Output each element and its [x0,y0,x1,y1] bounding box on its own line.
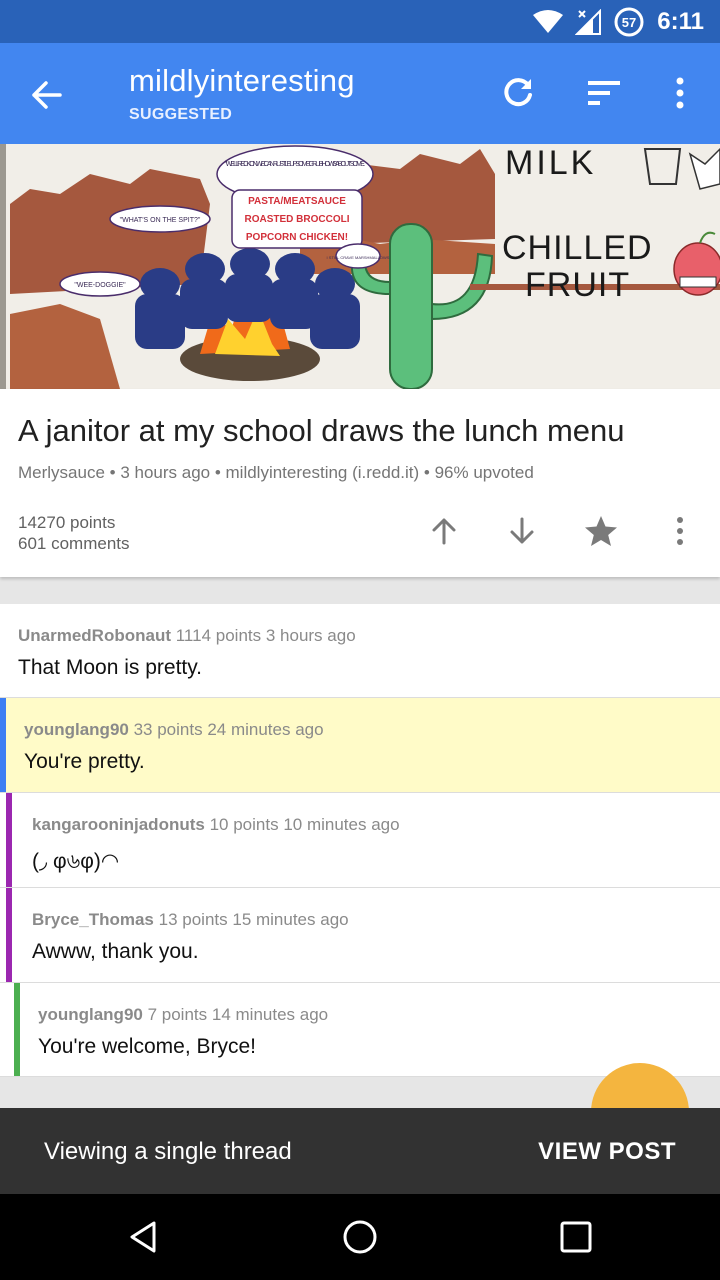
comment-points: 10 points [209,815,279,834]
comment-meta: kangarooninjadonuts 10 points 10 minutes… [32,815,400,835]
wifi-icon [533,10,564,33]
comment-depth-bar [14,983,20,1076]
post-comment-count: 601 comments [18,534,130,553]
comment-body: That Moon is pretty. [18,656,203,679]
status-bar: 57 6:11 [0,0,720,43]
bubble-text-marshmallows: I STILL CRAVE MARSHMALLOWS [327,255,390,260]
nav-recents-icon[interactable] [554,1215,598,1259]
upvote-icon[interactable] [424,511,464,551]
comment[interactable]: UnarmedRobonaut 1114 points 3 hours ago T… [0,604,720,698]
save-star-icon[interactable] [581,511,621,551]
comment-body: You're welcome, Bryce! [38,1035,256,1058]
menu-text-chilled: CHILLED [502,229,653,267]
back-arrow-icon[interactable] [22,71,70,119]
comment-age: 10 minutes ago [283,815,400,834]
overflow-menu-icon[interactable] [658,71,702,115]
comment[interactable]: Bryce_Thomas 13 points 15 minutes ago Aww… [0,888,720,983]
comment-age: 15 minutes ago [232,910,349,929]
post-stats: 14270 points 601 comments [18,512,130,554]
menu-text-fruit: FRUIT [525,266,630,304]
view-post-button[interactable]: VIEW POST [538,1138,676,1166]
app-bar: mildlyinteresting SUGGESTED [0,43,720,144]
comment[interactable]: younglang90 7 points 14 minutes ago You'r… [0,983,720,1077]
post-card: A janitor at my school draws the lunch m… [0,389,720,577]
comment[interactable]: kangarooninjadonuts 10 points 10 minutes… [0,793,720,888]
post-overflow-menu-icon[interactable] [660,511,700,551]
comment-points: 13 points [158,910,228,929]
bubble-text-pasta: PASTA/MEATSAUCE [248,196,346,207]
comment-body: You're pretty. [24,750,145,773]
bubble-text-intro: "WELL I RECKON WE CAN RUSTLE UP SOME GRU… [225,161,365,168]
comment-meta: UnarmedRobonaut 1114 points 3 hours ago [18,626,356,646]
comment-meta: younglang90 7 points 14 minutes ago [38,1005,328,1025]
comment-author[interactable]: kangarooninjadonuts [32,815,205,834]
lunch-menu-drawing: "WELL I RECKON WE CAN RUSTLE UP SOME GRU… [0,144,720,389]
comment-depth-bar [6,793,12,887]
post-image[interactable]: "WELL I RECKON WE CAN RUSTLE UP SOME GRU… [0,144,720,389]
system-nav-bar [0,1194,720,1280]
downvote-icon[interactable] [502,511,542,551]
comment-author[interactable]: UnarmedRobonaut [18,626,171,645]
comment-depth-bar [6,888,12,982]
comment-points: 1114 points [175,626,262,645]
nav-back-icon[interactable] [122,1215,166,1259]
battery-level: 57 [622,15,636,30]
refresh-icon[interactable] [496,71,540,115]
bubble-text-chicken: POPCORN CHICKEN! [246,232,348,243]
comment-points: 33 points [133,720,203,739]
comment-body: Awww, thank you. [32,940,199,963]
comment-points: 7 points [147,1005,208,1024]
subreddit-subtitle: SUGGESTED [129,106,233,123]
comment-age: 24 minutes ago [207,720,324,739]
bubble-text-broccoli: ROASTED BROCCOLI [245,214,350,225]
comment-body: (◞ φ৬φ)◠ [32,850,120,873]
comment-thread: UnarmedRobonaut 1114 points 3 hours ago T… [0,604,720,1077]
sort-icon[interactable] [582,71,626,115]
no-signal-icon [575,9,602,35]
snackbar: Viewing a single thread VIEW POST [0,1108,720,1194]
subreddit-title: mildlyinteresting [129,63,355,98]
comment-author[interactable]: younglang90 [24,720,129,739]
post-points: 14270 points [18,513,116,532]
comment-age: 3 hours ago [265,626,356,645]
comment-author[interactable]: Bryce_Thomas [32,910,154,929]
clock: 6:11 [657,8,704,35]
comment-meta: younglang90 33 points 24 minutes ago [24,720,324,740]
post-meta: Merlysauce • 3 hours ago • mildlyinteres… [18,463,534,482]
menu-text-milk: MILK [505,144,596,182]
post-title[interactable]: A janitor at my school draws the lunch m… [18,413,625,449]
comment-meta: Bryce_Thomas 13 points 15 minutes ago [32,910,349,930]
bubble-text-wee-doggie: "WEE-DOGGIE" [74,282,126,289]
snackbar-message: Viewing a single thread [44,1138,292,1165]
comment[interactable]: younglang90 33 points 24 minutes ago You'… [0,698,720,793]
comment-author[interactable]: younglang90 [38,1005,143,1024]
battery-icon: 57 [614,7,644,37]
comment-depth-bar [0,698,6,792]
comment-age: 14 minutes ago [211,1005,329,1024]
nav-home-icon[interactable] [338,1215,382,1259]
bubble-text-spit: "WHAT'S ON THE SPIT?" [120,217,201,224]
